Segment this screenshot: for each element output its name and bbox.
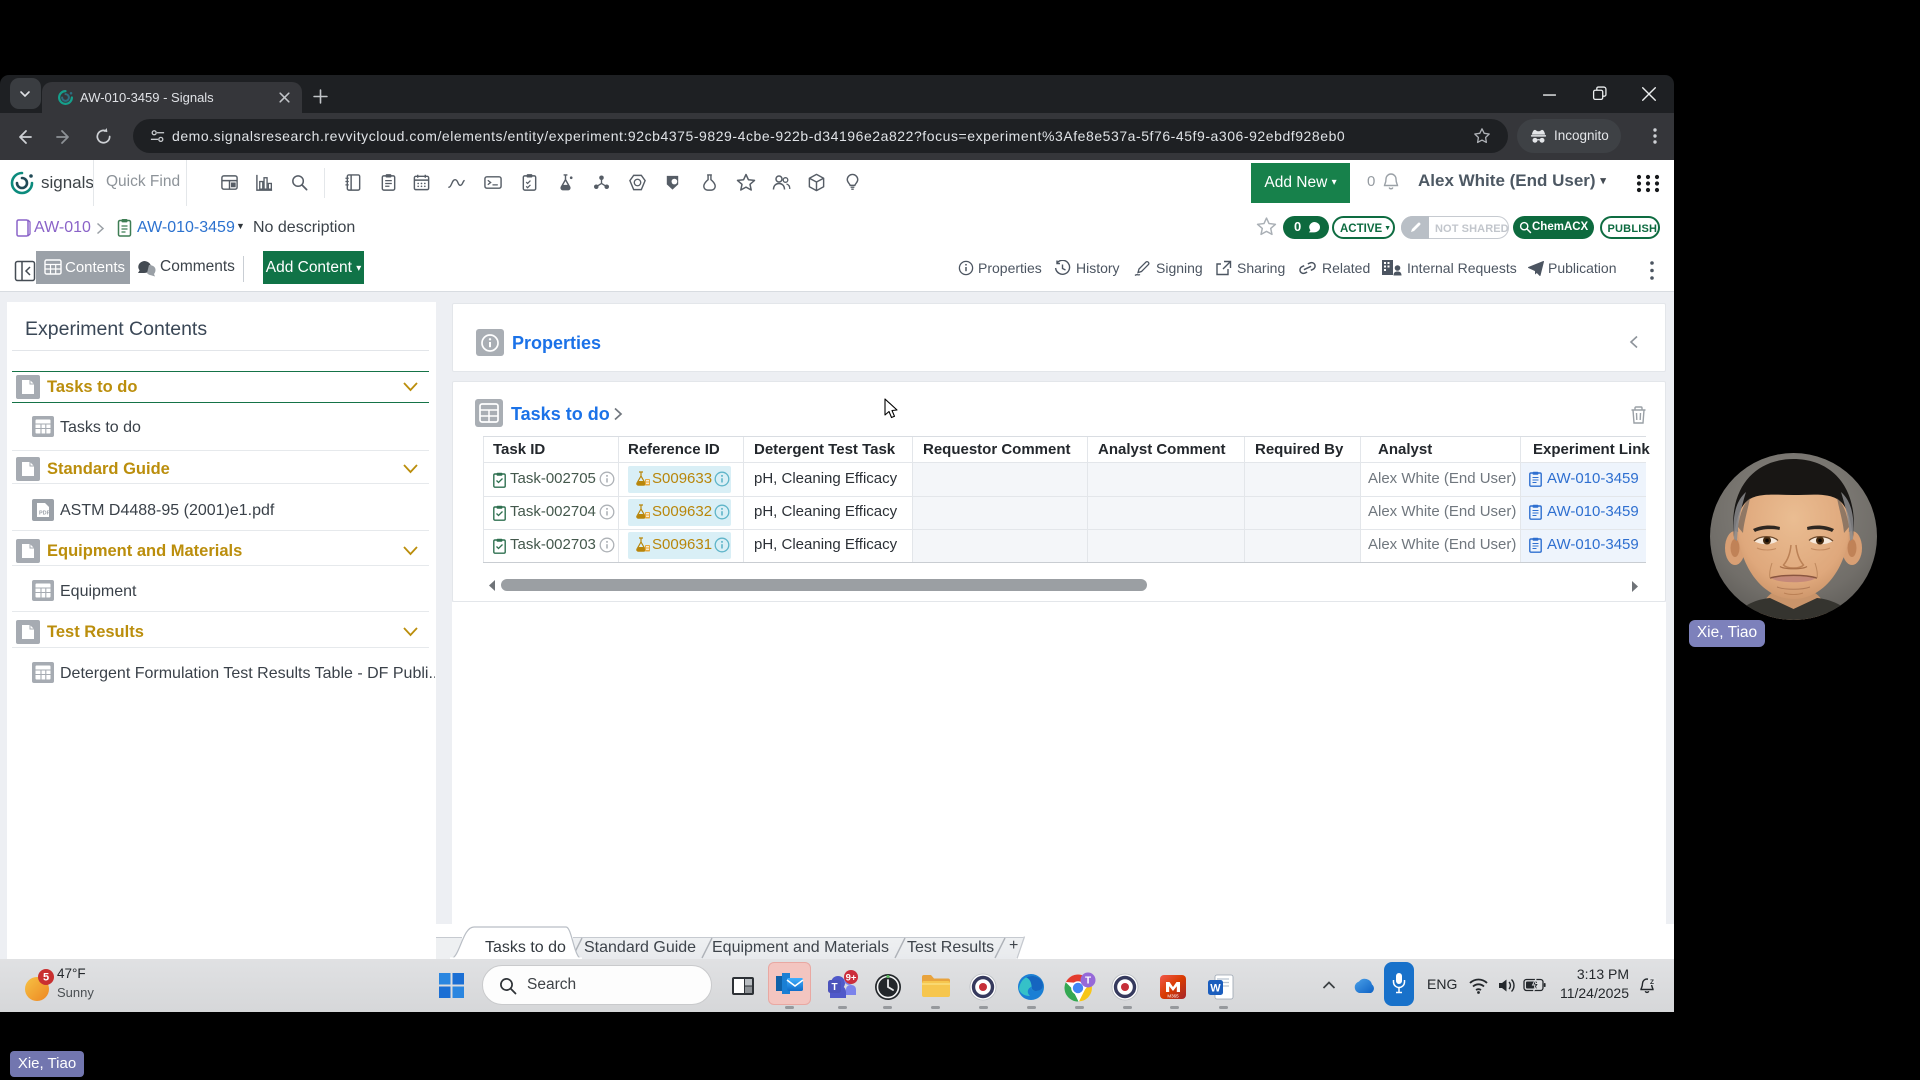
svg-text:9+: 9+ bbox=[846, 972, 857, 983]
svg-text:PDF: PDF bbox=[39, 511, 50, 517]
svg-text:Z: Z bbox=[1650, 979, 1654, 986]
svg-text:T: T bbox=[1085, 976, 1091, 987]
svg-text:5: 5 bbox=[43, 972, 49, 984]
svg-text:T: T bbox=[831, 982, 837, 993]
svg-text:M365: M365 bbox=[1167, 994, 1179, 999]
svg-text:W: W bbox=[1210, 983, 1221, 995]
